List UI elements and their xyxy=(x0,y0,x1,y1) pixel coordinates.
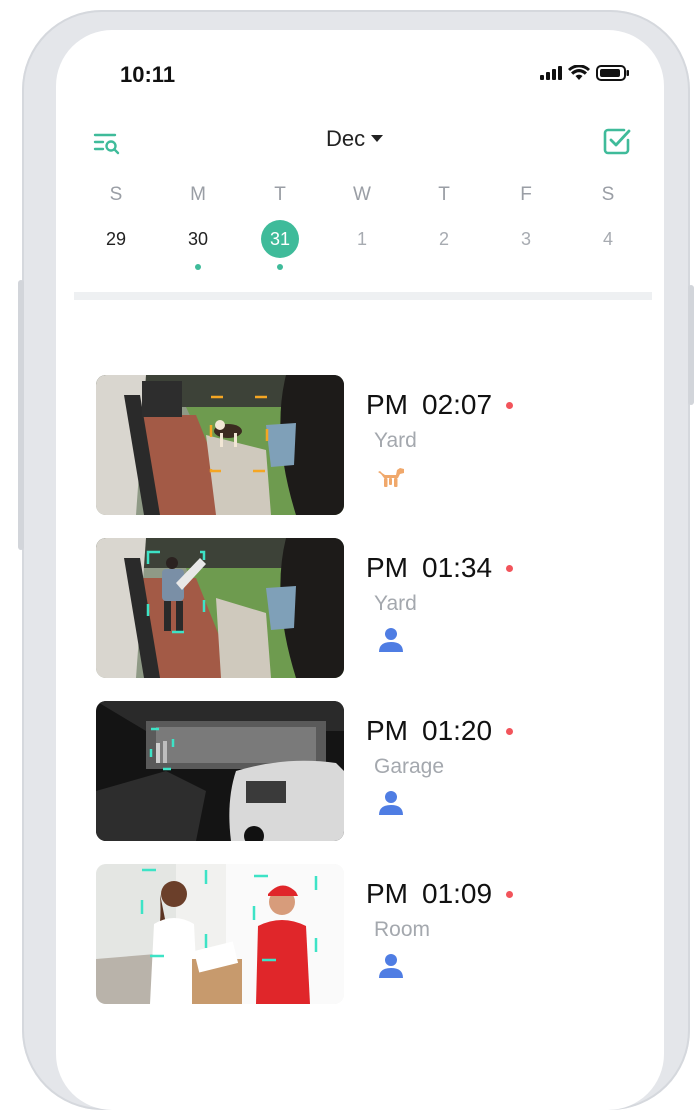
event-clock: 02:07 xyxy=(422,389,493,420)
day-of-week: T xyxy=(438,184,450,205)
event-thumbnail[interactable] xyxy=(96,701,344,841)
event-location: Yard xyxy=(374,429,417,452)
event-location: Yard xyxy=(374,592,417,615)
event-info: PM 02:07 Yard xyxy=(366,389,646,496)
caret-down-icon xyxy=(371,135,384,142)
filter-button[interactable] xyxy=(92,128,122,158)
person-icon xyxy=(379,791,403,815)
unread-dot xyxy=(506,564,514,572)
event-time: PM 01:34 xyxy=(366,552,646,584)
event-period: PM xyxy=(366,389,408,420)
event-thumbnail[interactable] xyxy=(96,375,344,515)
day-column[interactable]: M 30 xyxy=(168,180,228,270)
event-period: PM xyxy=(366,878,408,909)
app-screen: 10:11 Dec S 29 M 30 T 31 W 1 T 2 F 3 S 4… xyxy=(56,30,664,1110)
event-clock: 01:20 xyxy=(422,715,493,746)
select-button[interactable] xyxy=(602,126,632,156)
day-column[interactable]: F 3 xyxy=(496,180,556,258)
event-indicator-dot xyxy=(277,264,283,270)
divider xyxy=(74,292,652,300)
list-search-icon xyxy=(93,133,120,155)
calendar-header: Dec xyxy=(56,118,664,168)
event-card[interactable]: PM 01:20 Garage xyxy=(74,701,654,851)
unread-dot xyxy=(506,727,514,735)
day-of-week: M xyxy=(190,184,206,205)
unread-dot xyxy=(506,401,514,409)
event-period: PM xyxy=(366,715,408,746)
day-date: 4 xyxy=(602,229,613,249)
day-column[interactable]: S 4 xyxy=(578,180,638,258)
month-selector[interactable]: Dec xyxy=(326,126,384,152)
event-clock: 01:34 xyxy=(422,552,493,583)
person-icon xyxy=(379,628,403,652)
event-card[interactable]: PM 01:34 Yard xyxy=(74,538,654,688)
selected-day-date: 31 xyxy=(261,220,299,258)
event-time: PM 01:20 xyxy=(366,715,646,747)
person-icon xyxy=(379,954,403,978)
day-of-week: S xyxy=(601,184,615,205)
day-of-week: S xyxy=(109,184,123,205)
event-thumbnail[interactable] xyxy=(96,864,344,1004)
day-date: 29 xyxy=(105,229,127,249)
yard-snapshot xyxy=(96,375,344,515)
event-time: PM 01:09 xyxy=(366,878,646,910)
event-info: PM 01:09 Room xyxy=(366,878,646,985)
battery-icon xyxy=(596,65,629,81)
day-of-week: F xyxy=(520,184,532,205)
day-date: 3 xyxy=(520,229,531,249)
day-of-week: T xyxy=(274,184,286,205)
event-time: PM 02:07 xyxy=(366,389,646,421)
event-location: Room xyxy=(374,918,431,941)
event-thumbnail[interactable] xyxy=(96,538,344,678)
day-column[interactable]: T 31 xyxy=(250,180,310,270)
checkbox-icon xyxy=(603,128,631,155)
phone-side-button-right xyxy=(688,285,694,405)
signal-icon xyxy=(540,66,562,80)
day-column[interactable]: T 2 xyxy=(414,180,474,258)
event-period: PM xyxy=(366,552,408,583)
event-info: PM 01:20 Garage xyxy=(366,715,646,822)
day-column[interactable]: W 1 xyxy=(332,180,392,258)
event-indicator-dot xyxy=(195,264,201,270)
unread-dot xyxy=(506,890,514,898)
dog-icon xyxy=(378,468,404,487)
wifi-icon xyxy=(568,65,590,80)
status-bar: 10:11 xyxy=(56,30,664,110)
day-date: 1 xyxy=(356,229,367,249)
event-clock: 01:09 xyxy=(422,878,493,909)
day-column[interactable]: S 29 xyxy=(86,180,146,258)
month-label: Dec xyxy=(326,126,366,151)
event-card[interactable]: PM 01:09 Room xyxy=(74,864,654,1014)
day-date: 2 xyxy=(438,229,449,249)
phone-side-button xyxy=(18,280,24,550)
garage-snapshot xyxy=(96,701,344,841)
day-of-week: W xyxy=(353,184,371,205)
status-icons xyxy=(540,65,630,81)
room-snapshot xyxy=(96,864,344,1004)
yard-snapshot xyxy=(96,538,344,678)
event-info: PM 01:34 Yard xyxy=(366,552,646,659)
status-time: 10:11 xyxy=(120,62,176,87)
event-card[interactable]: PM 02:07 Yard xyxy=(74,375,654,525)
event-location: Garage xyxy=(374,755,445,778)
day-date: 30 xyxy=(187,229,209,249)
